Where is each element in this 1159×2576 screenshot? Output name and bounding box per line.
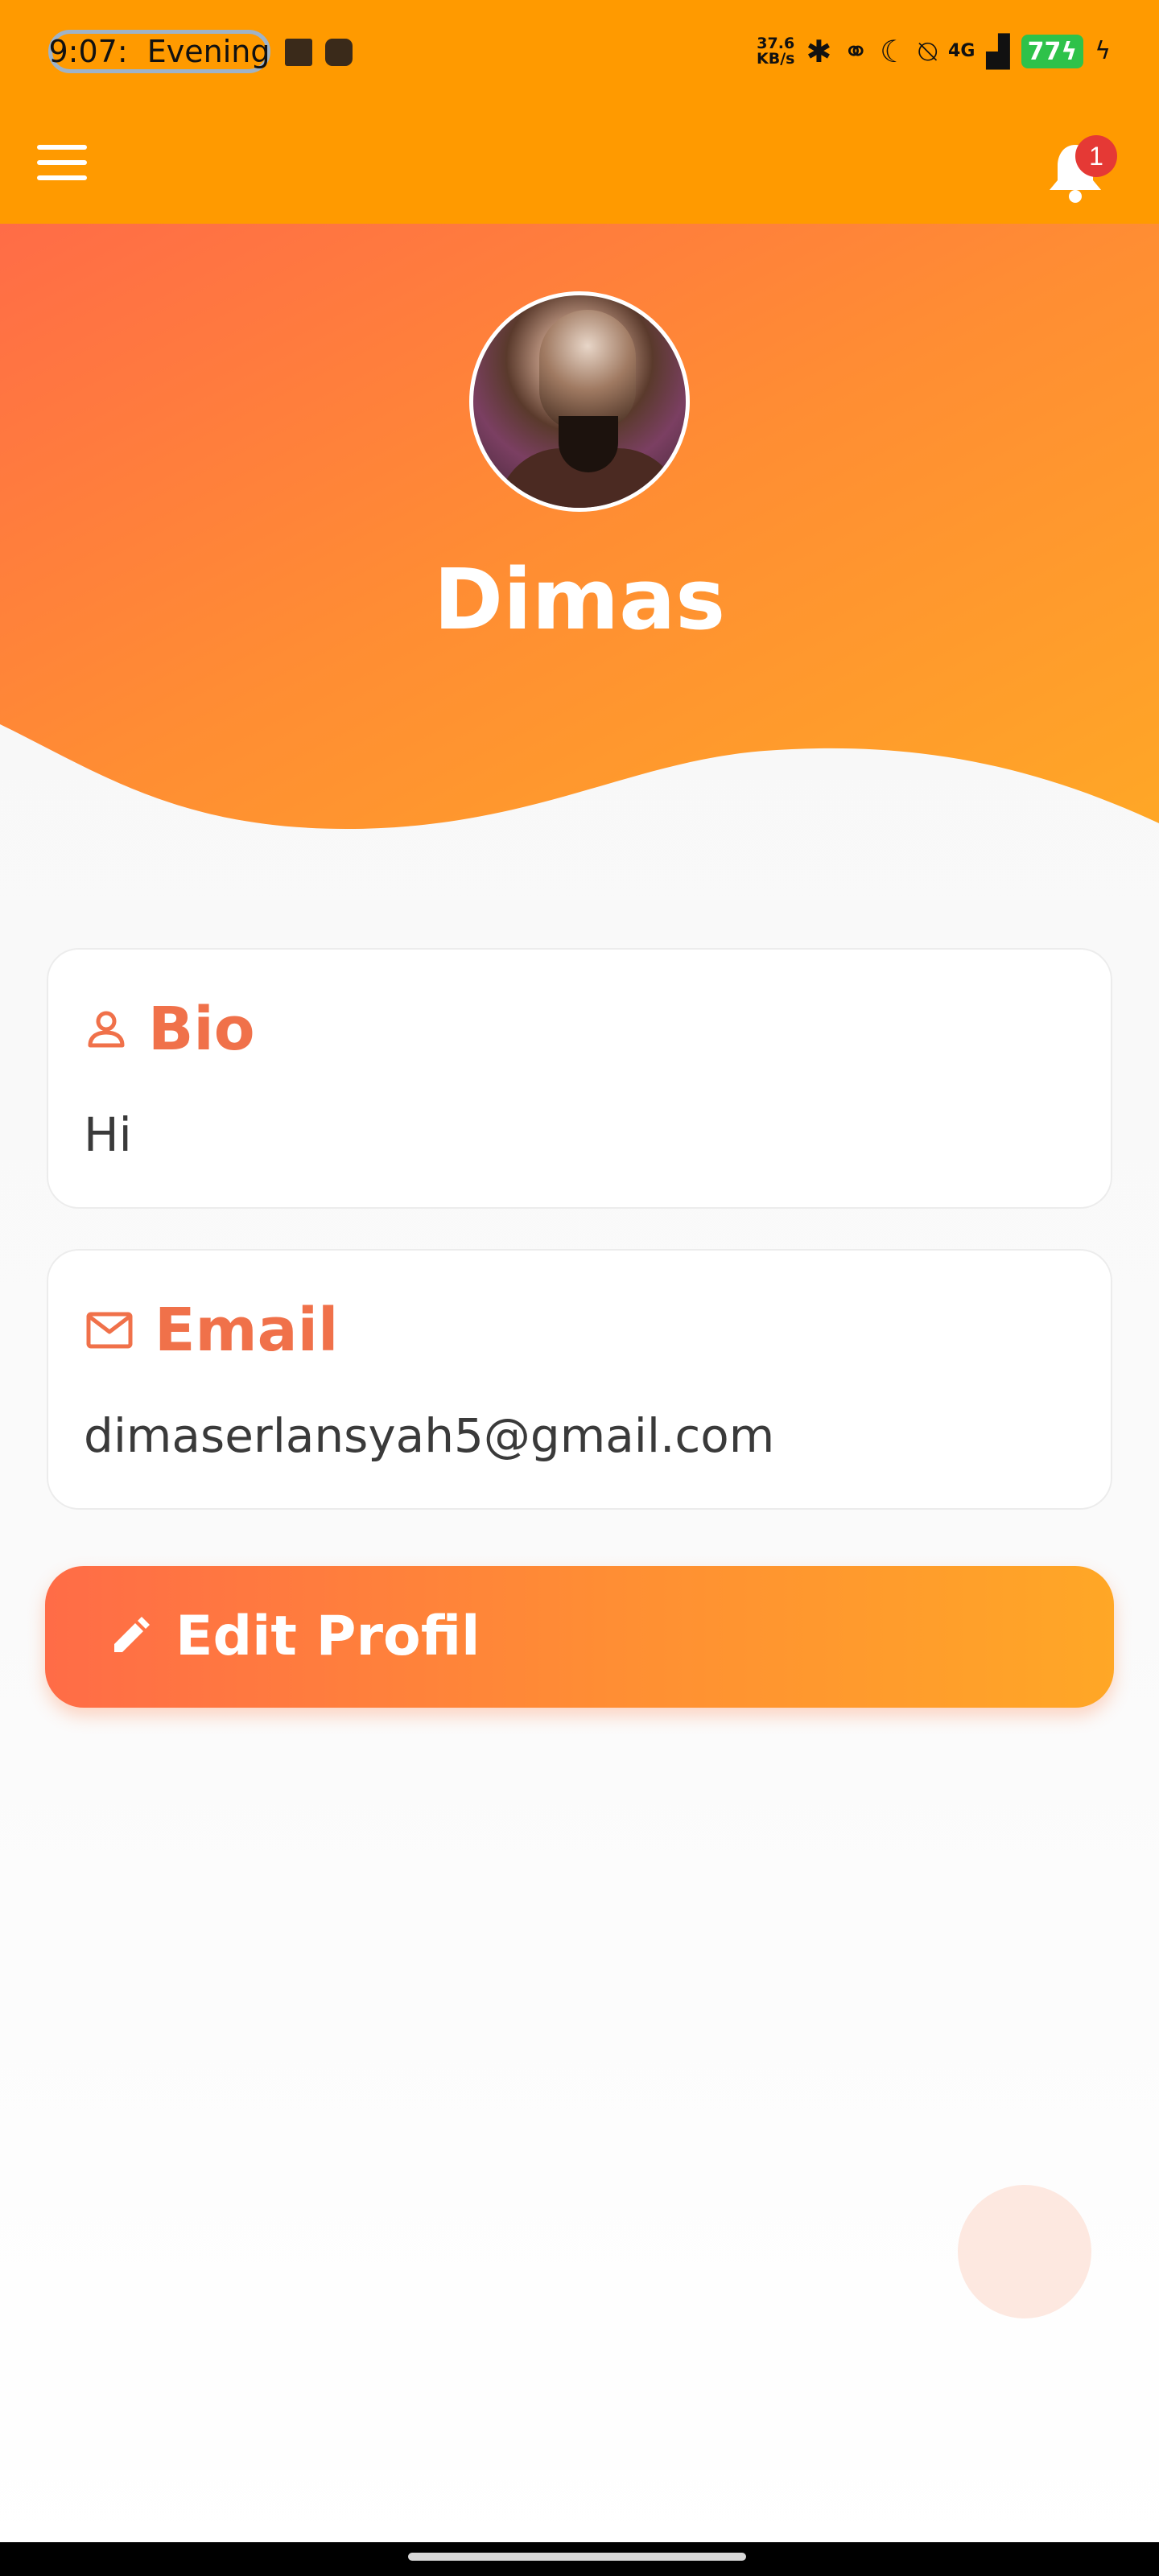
email-value: dimaserlansyah5@gmail.com xyxy=(84,1408,775,1463)
link-icon: ⚭ xyxy=(843,34,869,69)
bluetooth-icon: ✱ xyxy=(806,34,832,69)
app-bar: 1 xyxy=(0,105,1159,224)
signal-type: 4G xyxy=(948,41,975,61)
person-icon xyxy=(88,1011,125,1048)
email-card-header: Email xyxy=(85,1294,338,1366)
bio-card-header: Bio xyxy=(85,993,255,1065)
avatar xyxy=(469,291,690,512)
battery-indicator: 77 ϟ xyxy=(1021,35,1084,68)
status-clock: 9:07: Evening xyxy=(48,30,270,73)
bio-value: Hi xyxy=(84,1107,132,1162)
status-icons: 37.6 KB/s ✱ ⚭ ☾ ⍉ 4G ▟ 77 ϟ ϟ xyxy=(757,31,1111,72)
floating-action-button[interactable] xyxy=(958,2185,1091,2318)
signal-icon: ▟ xyxy=(986,34,1010,69)
bio-card: Bio Hi xyxy=(47,948,1112,1209)
profile-screen: 9:07: Evening 37.6 KB/s ✱ ⚭ ☾ ⍉ 4G ▟ 77 ϟ… xyxy=(0,0,1159,2576)
moon-icon: ☾ xyxy=(880,34,908,69)
net-speed-unit: KB/s xyxy=(757,50,795,68)
email-title: Email xyxy=(155,1296,339,1365)
charging-icon: ϟ xyxy=(1095,37,1111,65)
notification-icon xyxy=(285,39,312,66)
edit-profile-button[interactable]: Edit Profil xyxy=(45,1566,1114,1708)
battery-level: 77 xyxy=(1027,37,1062,66)
notification-badge: 1 xyxy=(1075,135,1117,177)
charging-icon: ϟ xyxy=(1061,37,1078,66)
edit-profile-label: Edit Profil xyxy=(175,1605,481,1668)
status-bar: 9:07: Evening 37.6 KB/s ✱ ⚭ ☾ ⍉ 4G ▟ 77 ϟ… xyxy=(0,0,1159,105)
mute-icon: ⍉ xyxy=(918,34,938,69)
profile-name: Dimas xyxy=(433,550,726,649)
pencil-icon xyxy=(114,1617,150,1652)
notifications-button[interactable]: 1 xyxy=(1040,129,1117,209)
notification-icon xyxy=(325,39,353,66)
net-speed: 37.6 KB/s xyxy=(757,36,794,67)
mail-icon xyxy=(86,1312,133,1349)
home-indicator[interactable] xyxy=(408,2553,746,2561)
bio-title: Bio xyxy=(148,995,255,1064)
menu-icon[interactable] xyxy=(37,145,87,180)
email-card: Email dimaserlansyah5@gmail.com xyxy=(47,1249,1112,1510)
